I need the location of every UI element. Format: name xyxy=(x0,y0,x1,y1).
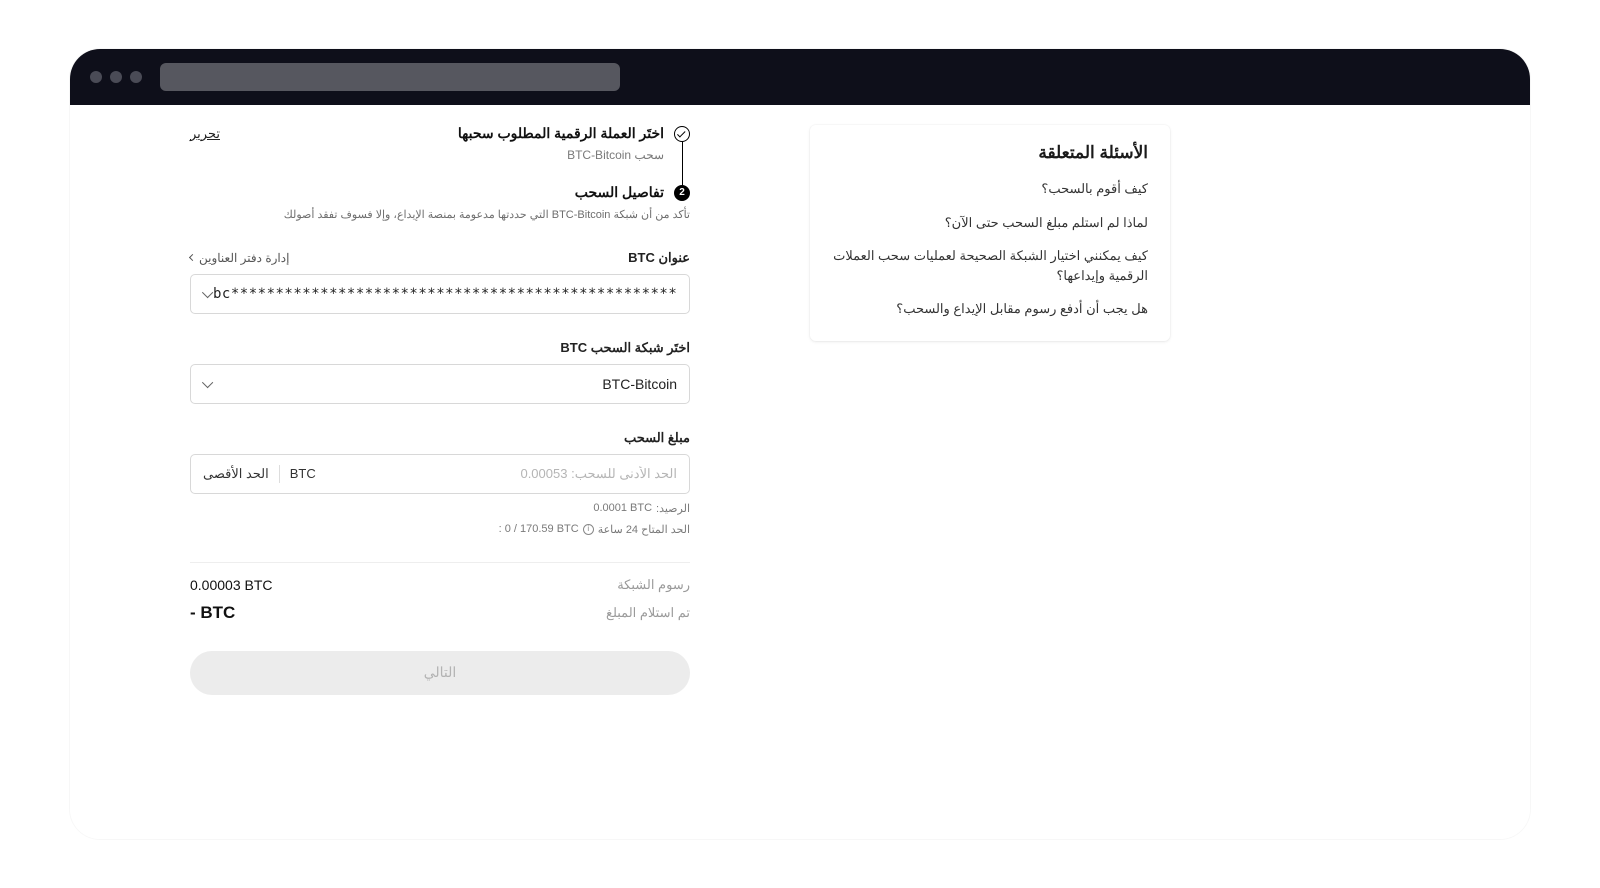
window-dots xyxy=(90,71,142,83)
steps-container: اختَر العملة الرقمية المطلوب سحبها تحرير… xyxy=(190,125,690,224)
amount-input-row: BTC الحد الأقصى xyxy=(190,454,690,494)
limit-value: : 0 / 170.59 BTC xyxy=(499,523,579,535)
address-block: عنوان BTC إدارة دفتر العناوين bc********… xyxy=(190,250,690,314)
step-1-title: اختَر العملة الرقمية المطلوب سحبها xyxy=(230,125,664,142)
faq-item-1[interactable]: لماذا لم استلم مبلغ السحب حتى الآن؟ xyxy=(832,213,1148,233)
chevron-down-icon xyxy=(202,376,213,387)
address-value: bc**************************************… xyxy=(213,286,677,302)
step-2-number-icon: 2 xyxy=(674,185,690,201)
step-2-note: تأكد من أن شبكة BTC-Bitcoin التي حددتها … xyxy=(190,207,690,224)
step-2-title: تفاصيل السحب xyxy=(190,184,664,201)
chevron-left-icon xyxy=(189,254,196,261)
withdrawal-form: اختَر العملة الرقمية المطلوب سحبها تحرير… xyxy=(190,125,690,839)
fee-value: 0.00003 BTC xyxy=(190,577,273,593)
limit-label: الحد المتاح 24 ساعة xyxy=(598,523,690,536)
browser-titlebar xyxy=(70,49,1530,105)
limit-line: الحد المتاح 24 ساعة i : 0 / 170.59 BTC xyxy=(190,523,690,536)
amount-label: مبلغ السحب xyxy=(624,430,690,446)
balance-label: الرصيد: xyxy=(656,502,690,515)
faq-item-3[interactable]: هل يجب أن أدفع رسوم مقابل الإيداع والسحب… xyxy=(832,299,1148,319)
balance-value: 0.0001 BTC xyxy=(593,502,652,514)
dot-close[interactable] xyxy=(90,71,102,83)
manage-address-book-link[interactable]: إدارة دفتر العناوين xyxy=(190,251,289,265)
balance-line: الرصيد: 0.0001 BTC xyxy=(190,502,690,515)
network-label: اختَر شبكة السحب BTC xyxy=(560,340,690,356)
dot-maximize[interactable] xyxy=(130,71,142,83)
faq-item-2[interactable]: كيف يمكنني اختيار الشبكة الصحيحة لعمليات… xyxy=(832,246,1148,285)
receive-value: - BTC xyxy=(190,603,235,623)
manage-address-text: إدارة دفتر العناوين xyxy=(199,251,289,265)
receive-row: تم استلام المبلغ - BTC xyxy=(190,603,690,623)
max-button[interactable]: الحد الأقصى xyxy=(203,466,279,482)
network-block: اختَر شبكة السحب BTC BTC-Bitcoin xyxy=(190,340,690,404)
receive-label: تم استلام المبلغ xyxy=(606,605,690,621)
chevron-down-icon xyxy=(202,286,213,297)
faq-title: الأسئلة المتعلقة xyxy=(832,143,1148,163)
dot-minimize[interactable] xyxy=(110,71,122,83)
faq-card: الأسئلة المتعلقة كيف أقوم بالسحب؟ لماذا … xyxy=(810,125,1170,341)
step-2-row: 2 تفاصيل السحب xyxy=(190,184,690,201)
browser-frame: اختَر العملة الرقمية المطلوب سحبها تحرير… xyxy=(70,49,1530,839)
divider xyxy=(279,465,280,483)
fee-row: رسوم الشبكة 0.00003 BTC xyxy=(190,577,690,593)
summary-divider xyxy=(190,562,690,563)
edit-link[interactable]: تحرير xyxy=(190,126,220,142)
step-1-sub: سحب BTC-Bitcoin xyxy=(190,148,664,162)
address-label: عنوان BTC xyxy=(628,250,690,266)
url-bar[interactable] xyxy=(160,63,620,91)
step-1-row: اختَر العملة الرقمية المطلوب سحبها تحرير xyxy=(190,125,690,142)
amount-input[interactable] xyxy=(326,466,677,481)
info-icon[interactable]: i xyxy=(583,524,594,535)
next-button[interactable]: التالي xyxy=(190,651,690,695)
fee-label: رسوم الشبكة xyxy=(617,577,690,593)
amount-block: مبلغ السحب BTC الحد الأقصى الرصيد: 0.000… xyxy=(190,430,690,536)
page-body: اختَر العملة الرقمية المطلوب سحبها تحرير… xyxy=(70,105,1530,839)
check-circle-icon xyxy=(674,126,690,142)
faq-item-0[interactable]: كيف أقوم بالسحب؟ xyxy=(832,179,1148,199)
network-select[interactable]: BTC-Bitcoin xyxy=(190,364,690,404)
address-select[interactable]: bc**************************************… xyxy=(190,274,690,314)
amount-unit: BTC xyxy=(280,466,326,481)
network-value: BTC-Bitcoin xyxy=(213,376,677,392)
